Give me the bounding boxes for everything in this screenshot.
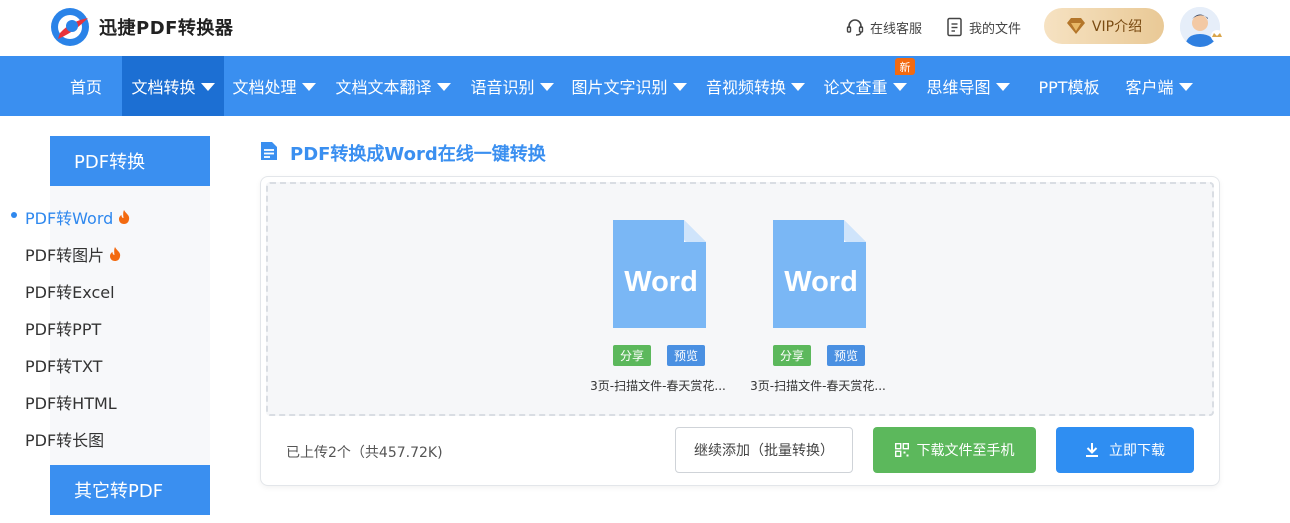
caret-down-icon [436,83,451,91]
new-badge: 新 [895,58,915,75]
nav-item-doc-convert[interactable]: 文档转换 [122,56,224,116]
sidebar-item-label: PDF转长图 [25,431,105,450]
vip-label: VIP介绍 [1091,19,1143,35]
sidebar-item-pdf-to-txt[interactable]: PDF转TXT [25,353,102,377]
sidebar-item-pdf-to-image[interactable]: PDF转图片 [25,242,122,266]
nav-label: 思维导图 [926,78,991,97]
vip-crown-icon [1211,30,1223,42]
nav-item-mindmap[interactable]: 思维导图 [918,56,1018,116]
support-label: 在线客服 [870,21,923,37]
vip-button[interactable]: VIP介绍 [1044,8,1164,44]
preview-button[interactable]: 预览 [667,345,706,366]
caret-down-icon [995,83,1010,91]
nav-item-ocr[interactable]: 图片文字识别 [564,56,694,116]
online-support-link[interactable]: 在线客服 [845,17,922,37]
active-dot-icon [11,212,17,218]
nav-label: 首页 [69,78,102,97]
main-nav: 首页 文档转换 文档处理 文档文本翻译 语音识别 图片文字识别 音视频转换 论文… [0,56,1290,116]
file-name: 3页-扫描文件-春天赏花... [750,379,886,393]
file-icon-text: Word [624,266,698,298]
nav-item-av-convert[interactable]: 音视频转换 [698,56,813,116]
sidebar-item-label: PDF转PPT [25,320,102,339]
sidebar-item-pdf-to-html[interactable]: PDF转HTML [25,390,117,414]
file-icon-text: Word [784,266,858,298]
nav-label: 客户端 [1125,78,1174,97]
sidebar-item-pdf-to-word[interactable]: PDF转Word [25,205,131,229]
nav-item-client[interactable]: 客户端 [1118,56,1200,116]
document-title-icon [261,142,277,160]
sidebar-item-label: PDF转HTML [25,394,117,413]
word-file-icon[interactable]: Word [613,220,706,328]
sidebar-section-pdf-convert[interactable]: PDF转换 [50,136,210,186]
page-title: PDF转换成Word在线一键转换 [290,144,546,165]
caret-down-icon [892,83,907,91]
document-icon [947,17,962,37]
share-button[interactable]: 分享 [773,345,812,366]
sidebar-item-label: PDF转图片 [25,246,105,265]
sidebar-item-label: PDF转Excel [25,283,115,302]
caret-down-icon [301,83,316,91]
sidebar-item-pdf-to-ppt[interactable]: PDF转PPT [25,316,101,340]
download-now-button[interactable]: 立即下载 [1056,427,1194,473]
nav-item-translate[interactable]: 文档文本翻译 [328,56,458,116]
brand-name[interactable]: 迅捷PDF转换器 [99,14,233,40]
upload-summary: 已上传2个（共457.72K) [286,445,443,461]
nav-item-ppt-template[interactable]: PPT模板 [1025,56,1113,116]
logo-icon[interactable] [48,6,92,48]
download-to-phone-label: 下载文件至手机 [916,443,1015,459]
nav-label: 文档文本翻译 [335,78,432,97]
nav-item-doc-process[interactable]: 文档处理 [224,56,324,116]
file-name: 3页-扫描文件-春天赏花... [590,379,726,393]
sidebar-item-label: PDF转TXT [25,357,103,376]
fire-icon [119,210,130,224]
word-file-icon[interactable]: Word [773,220,866,328]
nav-label: 图片文字识别 [571,78,668,97]
sidebar-item-pdf-to-long-image[interactable]: PDF转长图 [25,427,104,451]
download-to-phone-button[interactable]: 下载文件至手机 [873,427,1036,473]
top-header: 迅捷PDF转换器 在线客服 我的文件 VIP介绍 [0,0,1290,56]
caret-down-icon [672,83,687,91]
nav-label: 文档转换 [131,78,196,97]
caret-down-icon [1178,83,1193,91]
caret-down-icon [200,83,215,91]
my-files-link[interactable]: 我的文件 [946,17,1021,37]
nav-label: 论文查重 [823,78,888,97]
files-label: 我的文件 [969,21,1022,37]
caret-down-icon [791,83,805,91]
nav-item-speech[interactable]: 语音识别 [462,56,562,116]
nav-label: PPT模板 [1038,78,1100,97]
continue-add-button[interactable]: 继续添加（批量转换） [675,427,853,473]
fire-icon [110,247,121,261]
nav-item-home[interactable]: 首页 [50,56,122,116]
file-drop-zone[interactable] [266,182,1214,416]
share-button[interactable]: 分享 [613,345,652,366]
continue-add-label: 继续添加（批量转换） [694,443,834,459]
caret-down-icon [539,83,554,91]
nav-label: 语音识别 [470,78,535,97]
nav-label: 文档处理 [232,78,297,97]
diamond-icon [1066,18,1085,34]
sidebar-item-pdf-to-excel[interactable]: PDF转Excel [25,279,115,303]
download-icon [1086,443,1098,457]
preview-button[interactable]: 预览 [827,345,866,366]
headset-icon [846,19,864,36]
download-now-label: 立即下载 [1109,443,1165,459]
sidebar-item-label: PDF转Word [25,209,114,228]
nav-label: 音视频转换 [705,78,786,97]
qr-code-icon [894,443,909,457]
sidebar-section-other-to-pdf[interactable]: 其它转PDF [50,465,210,515]
